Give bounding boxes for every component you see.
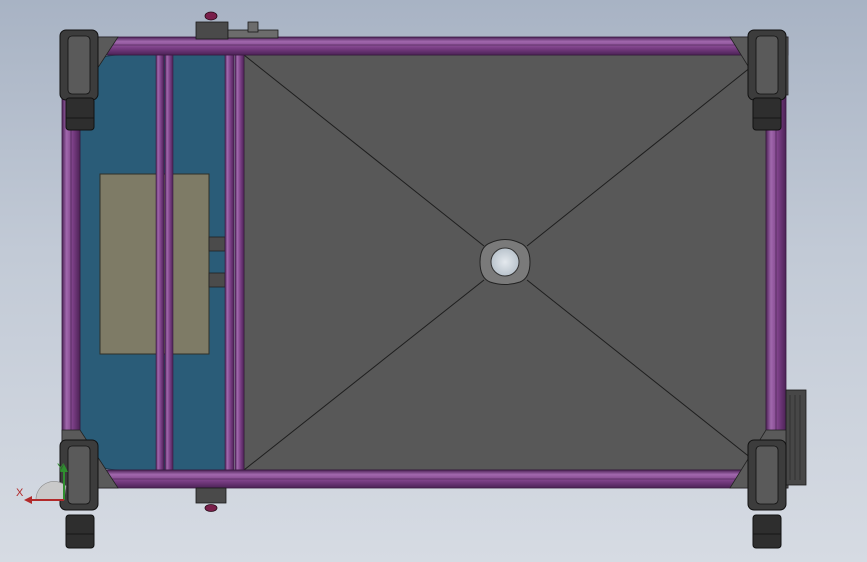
- y-axis-label: Y: [57, 462, 65, 474]
- bottom-latch[interactable]: [195, 487, 227, 512]
- connector-upper: [208, 236, 226, 252]
- connector-lower: [208, 272, 226, 288]
- divider-rail-1: [224, 54, 235, 471]
- coordinate-triad: X Y: [16, 462, 68, 504]
- side-bracket[interactable]: [785, 389, 807, 486]
- top-latch[interactable]: [195, 11, 279, 40]
- triad-origin-disc: [35, 481, 67, 501]
- caster-top-left[interactable]: [59, 29, 99, 131]
- x-arrow-head: [24, 496, 32, 504]
- caster-bottom-right[interactable]: [747, 439, 787, 549]
- tray-rail-2: [164, 54, 174, 471]
- x-axis-label: X: [16, 487, 24, 499]
- frame-rail-top[interactable]: [61, 36, 789, 56]
- caster-top-right[interactable]: [747, 29, 787, 131]
- tray-rail-1: [155, 54, 165, 471]
- cad-viewport[interactable]: [0, 0, 867, 562]
- divider-rail-2: [234, 54, 245, 471]
- drain-outlet[interactable]: [479, 239, 531, 285]
- control-panel[interactable]: [99, 173, 210, 355]
